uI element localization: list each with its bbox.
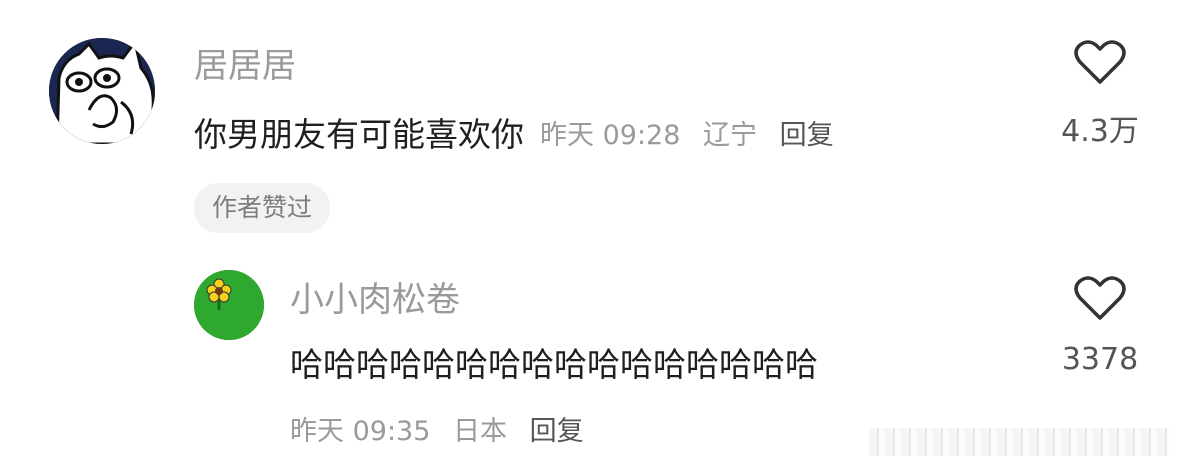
location: 日本: [453, 416, 507, 447]
watermark: [869, 428, 1169, 456]
reply-meta: 昨天 09:35 日本 回复: [290, 410, 584, 454]
username[interactable]: 居居居: [194, 42, 296, 90]
like-button[interactable]: 3378: [1050, 276, 1150, 377]
comment-meta: 昨天 09:28 辽宁 回复: [540, 113, 834, 152]
author-liked-badge: 作者赞过: [194, 183, 331, 233]
reply-button[interactable]: 回复: [530, 416, 584, 447]
username[interactable]: 小小肉松卷: [290, 276, 460, 324]
heart-outline-icon: [1074, 40, 1126, 84]
avatar[interactable]: [194, 270, 264, 340]
like-button[interactable]: 4.3万: [1050, 40, 1150, 150]
avatar[interactable]: [49, 38, 155, 144]
timestamp: 昨天 09:35: [290, 416, 431, 447]
cartoon-cat-avatar-icon: [49, 38, 155, 144]
like-count: 4.3万: [1061, 114, 1139, 149]
location: 辽宁: [703, 119, 757, 151]
comment-text: 你男朋友有可能喜欢你: [194, 115, 524, 154]
yellow-flower-avatar-icon: [194, 270, 264, 340]
comment-row: 你男朋友有可能喜欢你 昨天 09:28 辽宁 回复: [194, 104, 834, 160]
reply-button[interactable]: 回复: [780, 120, 834, 151]
heart-outline-icon: [1074, 276, 1126, 320]
reply-text: 哈哈哈哈哈哈哈哈哈哈哈哈哈哈哈哈: [290, 345, 818, 384]
timestamp: 昨天 09:28: [540, 119, 681, 151]
like-count: 3378: [1061, 342, 1139, 377]
